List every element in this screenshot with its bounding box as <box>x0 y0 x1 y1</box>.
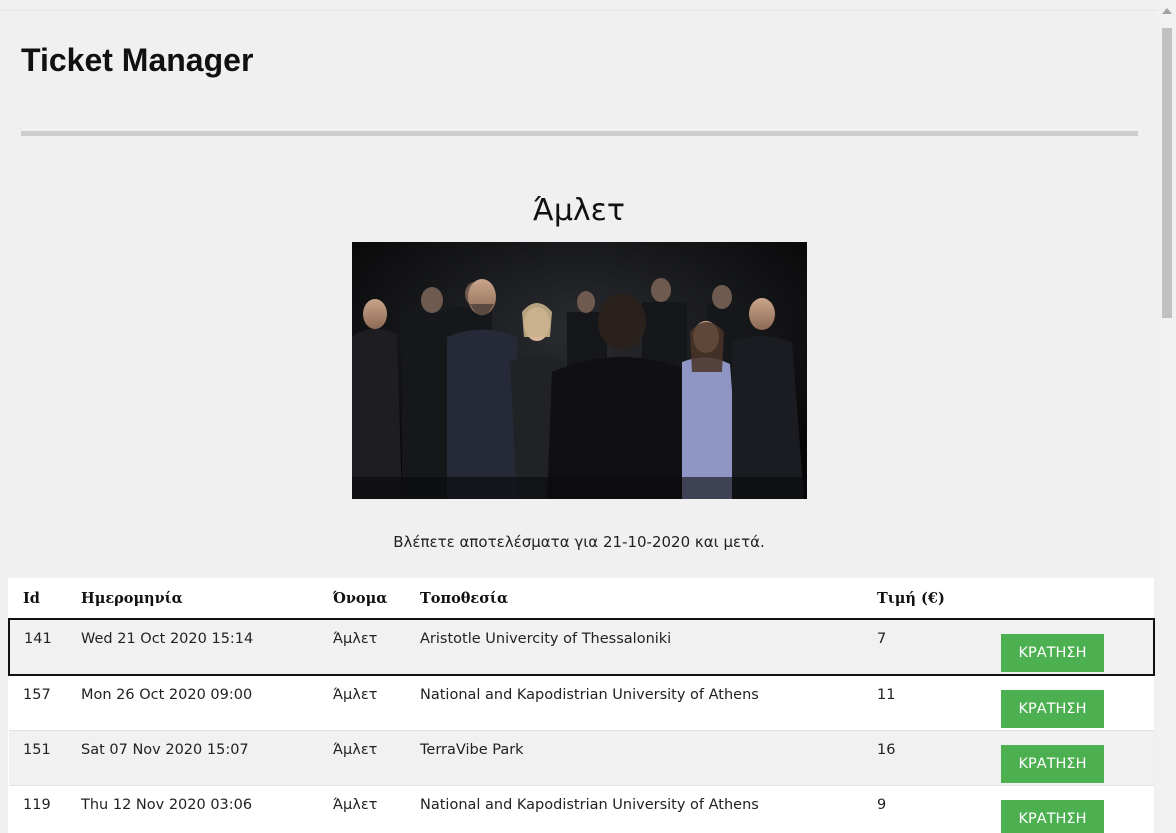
cell-date: Mon 26 Oct 2020 09:00 <box>67 674 319 731</box>
cell-location: TerraVibe Park <box>406 730 863 786</box>
table-header-row: Id Ημερομηνία Όνομα Τοποθεσία Τιμή (€) <box>9 578 1154 619</box>
vertical-scrollbar[interactable] <box>1158 0 1176 833</box>
table-row: 151 Sat 07 Nov 2020 15:07 Άμλετ TerraVib… <box>9 730 1154 786</box>
book-button[interactable]: ΚΡΑΤΗΣΗ <box>1001 745 1104 783</box>
cell-action: ΚΡΑΤΗΣΗ <box>987 618 1155 676</box>
cell-location: Aristotle Univercity of Thessaloniki <box>406 618 863 676</box>
cell-id: 141 <box>8 618 67 676</box>
scroll-up-arrow-icon[interactable] <box>1162 8 1172 14</box>
column-header-location: Τοποθεσία <box>406 578 863 619</box>
results-note: Βλέπετε αποτελέσματα για 21-10-2020 και … <box>393 533 765 551</box>
column-header-name: Όνομα <box>319 578 406 619</box>
header-divider <box>21 131 1138 136</box>
cell-date: Thu 12 Nov 2020 03:06 <box>67 785 319 833</box>
column-header-action <box>987 578 1154 619</box>
cell-name: Άμλετ <box>319 674 406 731</box>
app-title: Ticket Manager <box>21 42 254 78</box>
show-poster-image <box>352 242 807 499</box>
column-header-date: Ημερομηνία <box>67 578 319 619</box>
cell-id: 119 <box>9 785 67 833</box>
show-title: Άμλετ <box>533 193 625 228</box>
top-border <box>0 10 1158 11</box>
column-header-price: Τιμή (€) <box>863 578 987 619</box>
cell-action: ΚΡΑΤΗΣΗ <box>987 730 1154 786</box>
cell-location: National and Kapodistrian University of … <box>406 785 863 833</box>
cell-action: ΚΡΑΤΗΣΗ <box>987 785 1154 833</box>
cell-id: 151 <box>9 730 67 786</box>
table-row: 141 Wed 21 Oct 2020 15:14 Άμλετ Aristotl… <box>8 618 1155 676</box>
scrollbar-thumb[interactable] <box>1162 28 1172 318</box>
book-button[interactable]: ΚΡΑΤΗΣΗ <box>1001 690 1104 728</box>
cell-price: 11 <box>863 674 987 731</box>
performances-table: Id Ημερομηνία Όνομα Τοποθεσία Τιμή (€) 1… <box>8 578 1155 833</box>
cell-name: Άμλετ <box>319 618 406 676</box>
cell-name: Άμλετ <box>319 730 406 786</box>
table-row: 157 Mon 26 Oct 2020 09:00 Άμλετ National… <box>9 674 1154 731</box>
book-button[interactable]: ΚΡΑΤΗΣΗ <box>1001 634 1104 672</box>
cell-price: 16 <box>863 730 987 786</box>
cell-date: Sat 07 Nov 2020 15:07 <box>67 730 319 786</box>
cell-location: National and Kapodistrian University of … <box>406 674 863 731</box>
cell-id: 157 <box>9 674 67 731</box>
column-header-id: Id <box>9 578 67 619</box>
page: Ticket Manager Άμλετ Βλέπετε αποτελέσματ… <box>0 0 1158 833</box>
cell-price: 9 <box>863 785 987 833</box>
table-row: 119 Thu 12 Nov 2020 03:06 Άμλετ National… <box>9 785 1154 833</box>
cell-price: 7 <box>863 618 987 676</box>
cell-name: Άμλετ <box>319 785 406 833</box>
performances-table-grid: Id Ημερομηνία Όνομα Τοποθεσία Τιμή (€) 1… <box>8 578 1155 833</box>
cell-action: ΚΡΑΤΗΣΗ <box>987 674 1154 731</box>
cell-date: Wed 21 Oct 2020 15:14 <box>67 618 319 676</box>
poster-artwork <box>352 242 807 499</box>
book-button[interactable]: ΚΡΑΤΗΣΗ <box>1001 800 1104 833</box>
